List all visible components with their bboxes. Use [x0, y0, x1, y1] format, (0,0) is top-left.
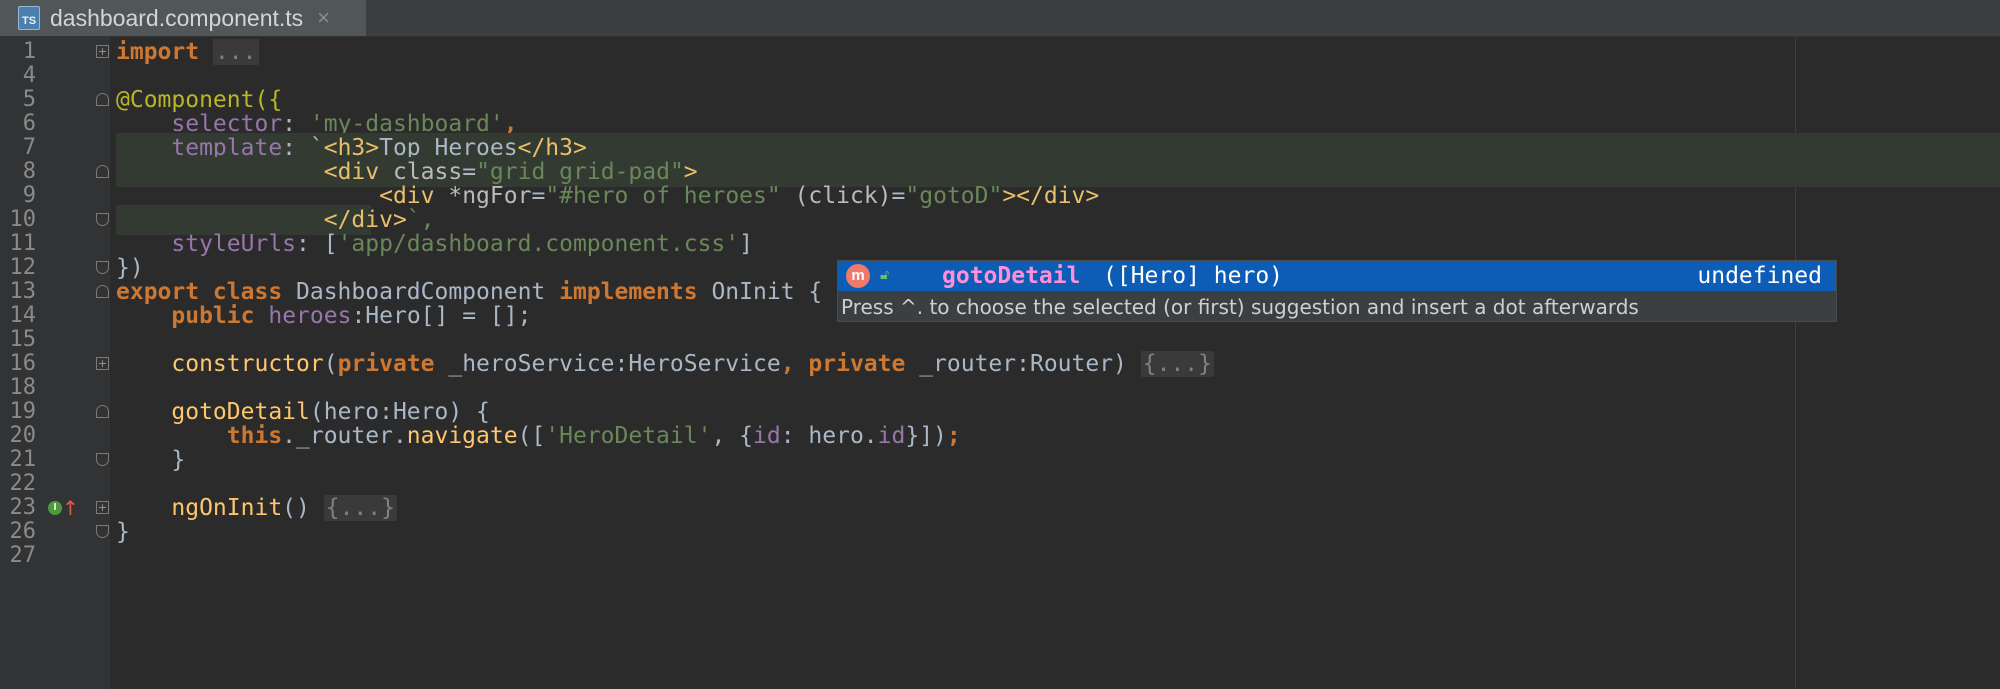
- method-icon: m: [846, 264, 870, 288]
- fold-collapse-icon[interactable]: [96, 93, 109, 106]
- fold-collapse-icon[interactable]: [96, 405, 109, 418]
- completion-params: ([Hero] hero): [1103, 263, 1284, 289]
- line-number: 27: [9, 543, 37, 568]
- code-editor[interactable]: 1 + import ... 4 5 @Component({ 6 select…: [0, 37, 2000, 689]
- fold-collapse-icon[interactable]: [96, 453, 109, 466]
- completion-item[interactable]: m 🔓︎ gotoDetail ([Hero] hero) undefined: [838, 261, 1836, 291]
- completion-hint: Press ^. to choose the selected (or firs…: [841, 295, 1639, 319]
- implementing-method-icon[interactable]: I: [48, 501, 62, 515]
- editor-tab-bar: TS dashboard.component.ts ×: [0, 0, 2000, 37]
- fold-expand-icon[interactable]: +: [96, 501, 109, 514]
- fold-collapse-icon[interactable]: [96, 285, 109, 298]
- tab-dashboard-component[interactable]: TS dashboard.component.ts ×: [0, 0, 366, 36]
- completion-name: gotoDetail: [942, 263, 1081, 289]
- fold-collapse-icon[interactable]: [96, 261, 109, 274]
- fold-expand-icon[interactable]: +: [96, 45, 109, 58]
- fold-collapse-icon[interactable]: [96, 213, 109, 226]
- fold-collapse-icon[interactable]: [96, 525, 109, 538]
- code-line: 27: [0, 541, 2000, 571]
- completion-type: undefined: [1697, 263, 1822, 289]
- close-icon[interactable]: ×: [317, 5, 330, 31]
- fold-collapse-icon[interactable]: [96, 165, 109, 178]
- code-completion-popup: m 🔓︎ gotoDetail ([Hero] hero) undefined …: [837, 260, 1837, 322]
- fold-expand-icon[interactable]: +: [96, 357, 109, 370]
- typescript-file-icon: TS: [18, 6, 40, 30]
- unlock-icon: 🔓︎: [880, 267, 890, 283]
- tab-title: dashboard.component.ts: [50, 4, 304, 31]
